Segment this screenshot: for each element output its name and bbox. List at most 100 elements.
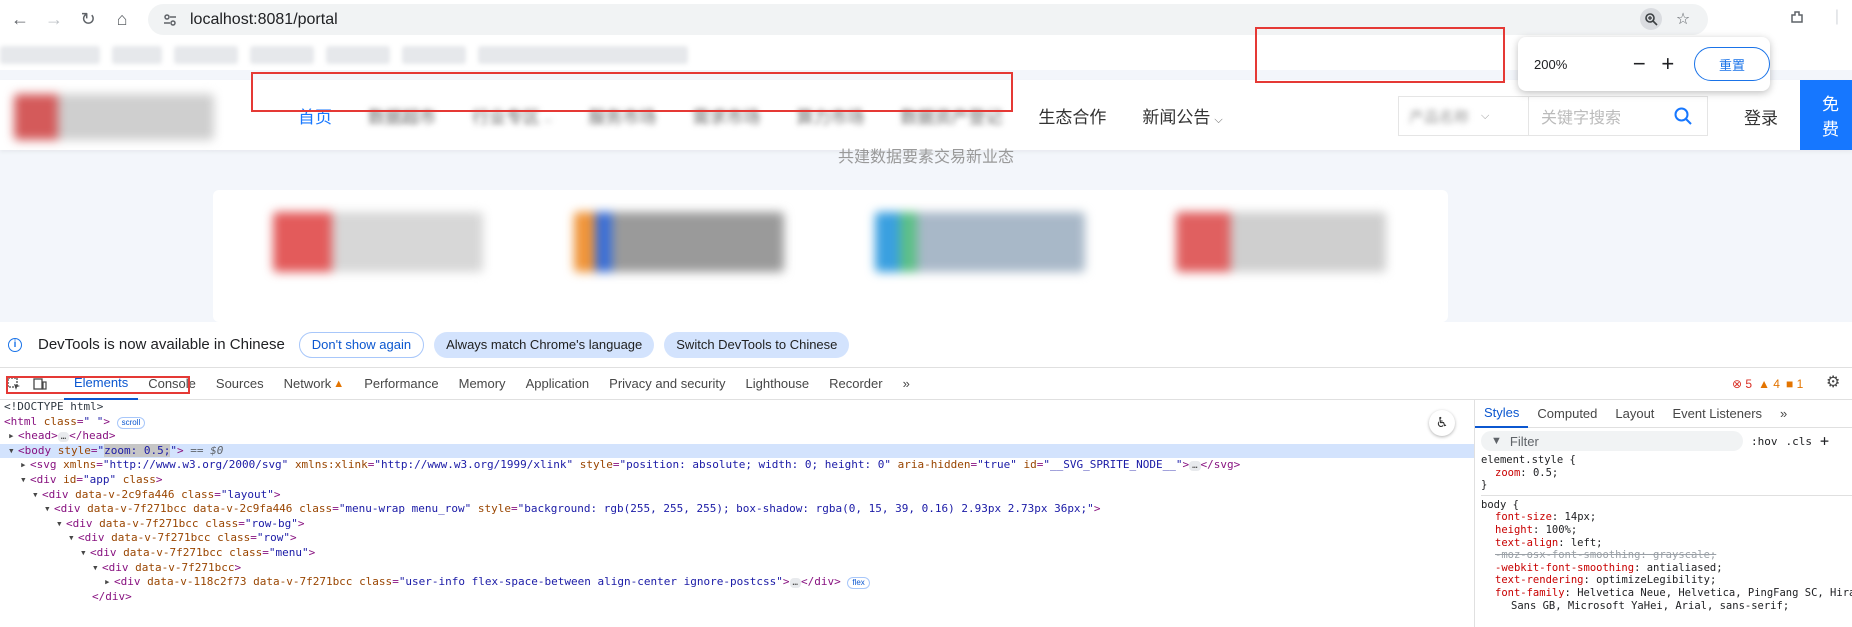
menu-item-label: 生态合作 xyxy=(1038,107,1107,127)
new-rule-button[interactable]: + xyxy=(1820,432,1829,450)
styles-tab[interactable]: Computed xyxy=(1528,400,1606,428)
devtools-tab-label: Network xyxy=(283,376,332,391)
infobar-message: DevTools is now available in Chinese xyxy=(38,336,285,353)
menu-item[interactable]: 新闻公告 ⌵ xyxy=(1142,103,1222,128)
forward-icon[interactable]: → xyxy=(40,5,68,33)
zoom-reset-button[interactable]: 重置 xyxy=(1694,47,1771,81)
partner-logo xyxy=(875,212,1085,272)
dom-node[interactable]: ▾ <div data-v-7f271bcc data-v-2c9fa446 cl… xyxy=(0,502,1474,517)
bookmark-star-icon[interactable]: ☆ xyxy=(1672,8,1694,30)
warning-count[interactable]: ▲ 4 xyxy=(1758,377,1780,391)
chevron-down-icon: ⌵ xyxy=(1214,113,1223,126)
styles-sidebar: Styles Computed Layout Event Listeners» ▼ F… xyxy=(1474,400,1852,627)
login-link[interactable]: 登录 xyxy=(1744,104,1778,129)
accessibility-tree-icon[interactable]: ♿ xyxy=(1429,410,1455,436)
dom-node[interactable]: ▾ <div data-v-2c9fa446 class="layout"> xyxy=(0,488,1474,503)
styles-tab[interactable]: Styles xyxy=(1475,400,1529,428)
devtools-tab[interactable]: Privacy and security xyxy=(599,368,735,400)
scroll-badge[interactable]: scroll xyxy=(116,416,146,429)
dom-node[interactable]: ▾ <div data-v-7f271bcc class="row-bg"> xyxy=(0,517,1474,532)
styles-filter-input[interactable]: ▼ Filter xyxy=(1481,431,1743,451)
dom-node[interactable]: <!DOCTYPE html> xyxy=(0,400,1474,415)
devtools-tab-label: Lighthouse xyxy=(745,376,810,391)
style-rules[interactable]: element.style { zoom: 0.5; } body { font… xyxy=(1475,454,1852,612)
elements-dom-tree[interactable]: <!DOCTYPE html> <html class=" "> scroll … xyxy=(0,400,1474,627)
devtools-tab[interactable]: Application xyxy=(516,368,600,400)
register-button[interactable]: 免费 xyxy=(1800,80,1852,150)
site-logo[interactable] xyxy=(14,94,214,140)
devtools-tab[interactable]: » xyxy=(893,368,920,400)
bookmark-item[interactable] xyxy=(112,46,162,64)
dom-node-selected[interactable]: ▾ <body style="zoom: 0.5;"> == $0 xyxy=(0,443,1474,459)
dom-node[interactable]: ▸ <svg xmlns="http://www.w3.org/2000/svg"… xyxy=(0,458,1474,473)
devtools-tab-label: Performance xyxy=(364,376,439,391)
partner-card[interactable] xyxy=(514,190,846,322)
devtools-tab[interactable]: Recorder xyxy=(819,368,892,400)
dom-node[interactable]: ▾ <div data-v-7f271bcc class="row"> xyxy=(0,531,1474,546)
zoom-highlight-box xyxy=(1255,27,1505,83)
menu-item[interactable]: 生态合作 xyxy=(1038,103,1106,128)
devtools-tab[interactable]: Performance xyxy=(354,368,448,400)
settings-gear-icon[interactable]: ⚙ xyxy=(1826,372,1840,392)
zoom-out-button[interactable]: − xyxy=(1625,51,1653,77)
issue-counters[interactable]: ⊗ 5 ▲ 4 ■ 1 xyxy=(1732,368,1803,400)
devtools-tab-label: Application xyxy=(525,376,590,391)
devtools-tab[interactable]: Memory xyxy=(449,368,516,400)
filter-icon: ▼ xyxy=(1491,435,1502,447)
error-count[interactable]: ⊗ 5 xyxy=(1732,377,1752,391)
bookmark-item[interactable] xyxy=(0,46,100,64)
issue-count[interactable]: ■ 1 xyxy=(1786,377,1803,391)
styles-tab[interactable]: Event Listeners xyxy=(1663,400,1771,428)
partner-logo xyxy=(1176,212,1386,272)
devtools-language-infobar: i DevTools is now available in Chinese D… xyxy=(0,322,1852,368)
dom-node[interactable]: ▸ <div data-v-118c2f73 data-v-7f271bcc cl… xyxy=(0,575,1474,590)
dom-node[interactable]: ▾ <div data-v-7f271bcc> xyxy=(0,561,1474,576)
site-info-icon[interactable] xyxy=(162,12,178,28)
search-icon[interactable] xyxy=(1673,106,1693,126)
partner-card[interactable] xyxy=(815,190,1147,322)
partner-card[interactable] xyxy=(1116,190,1448,322)
back-icon[interactable]: ← xyxy=(6,5,34,33)
bookmark-item[interactable] xyxy=(478,46,688,64)
class-toggle[interactable]: .cls xyxy=(1786,435,1813,448)
partner-card[interactable] xyxy=(213,190,545,322)
extensions-icon[interactable] xyxy=(1786,6,1808,28)
chevron-down-icon: ⌵ xyxy=(544,113,553,126)
devtools-tab-label: Recorder xyxy=(829,376,883,391)
match-language-button[interactable]: Always match Chrome's language xyxy=(434,331,655,358)
dom-node[interactable]: ▾ <div data-v-7f271bcc class="menu"> xyxy=(0,546,1474,561)
bookmark-item[interactable] xyxy=(402,46,466,64)
styles-tab[interactable]: Layout xyxy=(1606,400,1663,428)
switch-language-button[interactable]: Switch DevTools to Chinese xyxy=(664,331,850,358)
devtools-tab[interactable]: Network ▲ xyxy=(274,368,355,400)
styles-tab[interactable]: » xyxy=(1771,400,1796,428)
partner-logo xyxy=(273,212,483,272)
home-icon[interactable]: ⌂ xyxy=(108,5,136,33)
menu-highlight-box xyxy=(251,72,1013,112)
bookmark-item[interactable] xyxy=(326,46,390,64)
bookmark-item[interactable] xyxy=(250,46,314,64)
dom-node[interactable]: <html class=" "> scroll xyxy=(0,415,1474,430)
zoom-icon[interactable] xyxy=(1640,8,1662,30)
keyword-search-input[interactable]: 关键字搜索 xyxy=(1528,96,1708,136)
dom-node[interactable]: ▾ <div id="app" class> xyxy=(0,473,1474,488)
reload-icon[interactable]: ↻ xyxy=(74,5,102,33)
devtools-tab-label: Sources xyxy=(215,376,264,391)
warning-icon: ▲ xyxy=(333,377,345,390)
flex-badge[interactable]: flex xyxy=(847,577,870,590)
devtools-tab[interactable]: Lighthouse xyxy=(736,368,820,400)
product-select-value: 产品名称 xyxy=(1409,108,1470,126)
zoom-level: 200% xyxy=(1534,56,1568,72)
dom-node[interactable]: ▸ <head>… </head> xyxy=(0,429,1474,444)
product-select[interactable]: 产品名称 ⌵ xyxy=(1398,96,1528,136)
devtools-tab[interactable]: Sources xyxy=(206,368,274,400)
search-placeholder: 关键字搜索 xyxy=(1541,110,1622,127)
hover-state-toggle[interactable]: :hov xyxy=(1751,435,1778,448)
dont-show-again-button[interactable]: Don't show again xyxy=(298,331,425,358)
dom-node[interactable]: </div> xyxy=(0,590,1474,605)
zoom-in-button[interactable]: + xyxy=(1654,51,1682,77)
chevron-down-icon: ⌵ xyxy=(1481,109,1490,122)
body-zoom-highlight-box xyxy=(6,376,190,394)
bookmark-item[interactable] xyxy=(174,46,238,64)
partner-logo xyxy=(574,212,784,272)
